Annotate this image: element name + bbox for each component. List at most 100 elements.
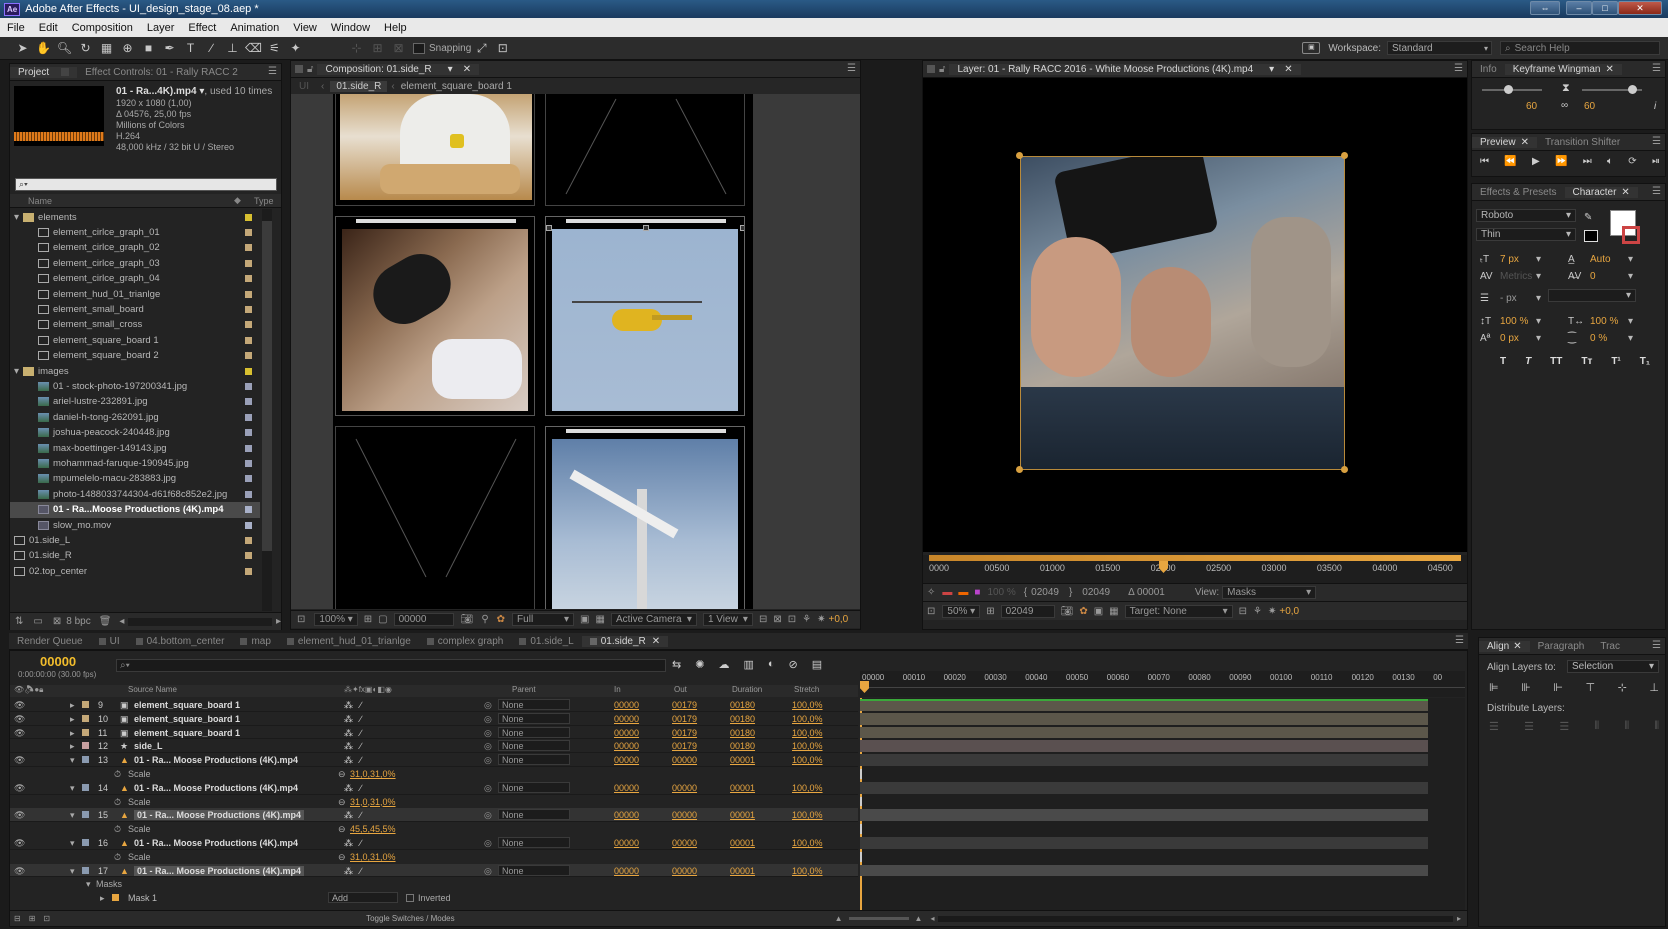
quality-switch-icon[interactable]: ∕ [360,755,362,765]
superscript-button[interactable]: T¹ [1611,356,1620,367]
layer-duration-bar[interactable] [860,864,1428,877]
fast-previews-icon[interactable]: ⊠ [773,614,781,625]
ram-preview-icon[interactable]: ⏯ [1652,156,1660,167]
resolution-dropdown[interactable]: Full ▾ [512,613,575,626]
previous-frame-icon[interactable]: ⏪ [1504,156,1516,167]
layer-duration[interactable]: 00001 [730,838,755,848]
close-icon[interactable]: ✕ [1621,187,1629,198]
label-color-swatch[interactable] [245,244,252,252]
timeline-timecode[interactable]: 00000 [40,654,76,669]
close-icon[interactable]: ✕ [1513,641,1521,652]
timeline-track-area[interactable] [860,698,1465,910]
magenta-swatch-icon[interactable]: ■ [974,587,980,598]
inverted-checkbox[interactable] [406,894,414,903]
constrain-proportions-icon[interactable]: ⊖ [338,852,346,863]
label-color-swatch[interactable] [245,429,252,437]
column-out[interactable]: Out [674,685,687,694]
layer-stretch[interactable]: 100,0% [792,741,823,751]
new-comp-icon[interactable]: ⊠ [53,616,61,627]
tab-render-queue[interactable]: Render Queue [9,636,91,647]
visibility-eye-icon[interactable]: 👁︎ [14,700,25,711]
layer-source-name[interactable]: element_square_board 1 [134,714,240,724]
close-icon[interactable]: ✕ [652,636,660,647]
rotate-tool-icon[interactable]: ↻ [75,39,96,57]
project-search-input[interactable]: ⌕▾ [15,178,277,191]
parent-dropdown[interactable]: None [498,712,570,724]
layer-duration[interactable]: 00180 [730,741,755,751]
mask-mode-dropdown[interactable]: Add [328,892,398,904]
camera-dropdown[interactable]: Active Camera ▾ [610,613,697,626]
view-axis-icon[interactable]: ⊠ [388,39,409,57]
project-item[interactable]: slow_mo.mov [10,517,260,533]
crumb-element-square-board[interactable]: element_square_board 1 [401,81,512,92]
project-item[interactable]: mohammad-faruque-190945.jpg [10,455,260,471]
always-preview-icon[interactable]: ⊡ [927,606,935,617]
label-color-swatch[interactable] [82,742,89,750]
property-value[interactable]: 45,5,45,5% [350,824,396,834]
project-item[interactable]: daniel-h-tong-262091.jpg [10,409,260,425]
chevron-down-icon[interactable]: ▾ [1536,316,1541,327]
visibility-eye-icon[interactable]: 👁︎ [14,714,25,725]
parent-dropdown[interactable]: None [498,754,570,766]
scroll-right-icon[interactable]: ▸ [276,616,281,627]
mask-row[interactable]: ▸ Mask 1 Add Inverted [10,891,858,905]
zoom-tool-icon[interactable]: 🔍︎ [54,39,75,57]
visibility-eye-icon[interactable]: 👁︎ [14,755,25,766]
scroll-right-icon[interactable]: ▸ [1457,914,1461,923]
label-color-swatch[interactable] [82,866,89,874]
chevron-down-icon[interactable]: ▾ [1536,254,1541,265]
info-icon[interactable]: i [1654,101,1656,112]
chevron-down-icon[interactable]: ▾ [1628,333,1633,344]
workspace-icon[interactable]: ▣ [1302,42,1321,54]
frame-blending-icon[interactable]: ▥ [743,658,753,671]
crumb-side-r[interactable]: 01.side_R [330,80,388,92]
layer-stretch[interactable]: 100,0% [792,810,823,820]
color-swatch-icon[interactable]: ▬ [942,587,952,598]
label-color-swatch[interactable] [245,352,252,360]
project-item[interactable]: 01 - stock-photo-197200341.jpg [10,378,260,394]
label-color-swatch[interactable] [82,839,89,846]
expand-triangle-icon[interactable]: ▸ [70,741,75,752]
expand-triangle-icon[interactable]: ▾ [70,866,75,877]
snapshot-icon[interactable]: 📷︎ [461,614,474,625]
timeline-layer-row[interactable]: 👁︎ ▾ 16 ▲ 01 - Ra... Moose Productions (4K).… [10,836,858,850]
shy-layers-icon[interactable]: ☁ [718,658,729,671]
first-frame-icon[interactable]: ⏮ [1480,156,1489,167]
column-name[interactable]: Name [28,196,52,206]
visibility-eye-icon[interactable]: 👁︎ [14,866,25,877]
project-item[interactable]: element_square_board 2 [10,348,260,364]
keyframe-marker[interactable] [860,796,862,807]
layer-out-point[interactable]: 00179 [672,741,697,751]
distribute-v-center-icon[interactable]: ☰ [1524,720,1534,733]
pan-behind-tool-icon[interactable]: ⊕ [117,39,138,57]
comp-viewer[interactable] [291,94,860,609]
roto-brush-tool-icon[interactable]: ⚟ [264,39,285,57]
transparency-grid-icon[interactable]: ▦ [596,614,605,625]
timeline-layer-row[interactable]: 👁︎ ▸ 11 ▣ element_square_board 1 ⁂ ∕ ◎ None 00000… [10,726,858,740]
timeline-layer-row[interactable]: 👁︎ ▸ 9 ▣ element_square_board 1 ⁂ ∕ ◎ None 00000 0… [10,698,858,712]
parent-dropdown[interactable]: None [498,699,570,710]
tab-layer[interactable]: Layer: 01 - Rally RACC 2016 - White Moos… [949,63,1301,75]
layer-duration-bar[interactable] [860,712,1428,725]
label-color-swatch[interactable] [245,413,252,421]
label-color-swatch[interactable] [245,275,252,283]
project-item[interactable]: element_cirlce_graph_03 [10,255,260,271]
layer-duration-bar[interactable] [860,726,1428,739]
quality-switch-icon[interactable]: ∕ [360,714,362,724]
masks-group-row[interactable]: ▾ Masks [10,877,858,891]
chevron-down-icon[interactable]: ▾ [1536,293,1541,304]
timeline-layer-row[interactable]: 👁︎ ▾ 17 ▲ 01 - Ra... Moose Productions (4K).… [10,863,858,878]
draft-3d-icon[interactable]: ✺ [695,658,704,671]
expand-triangle-icon[interactable]: ▸ [70,714,75,725]
shy-switch-icon[interactable]: ⁂ [344,783,353,794]
bpc-toggle[interactable]: 8 bpc [66,616,90,627]
label-color-swatch[interactable] [245,336,252,344]
tab-keyframe-wingman[interactable]: Keyframe Wingman ✕ [1504,63,1622,75]
align-right-icon[interactable]: ⊩ [1553,681,1563,694]
baseline-shift-value[interactable]: 0 px [1500,333,1519,344]
flowchart-icon[interactable]: ⚘ [1253,606,1262,617]
layer-source-name[interactable]: 01 - Ra... Moose Productions (4K).mp4 [134,865,305,876]
quality-switch-icon[interactable]: ∕ [360,838,362,848]
panel-menu-icon[interactable]: ☰ [847,63,856,74]
label-color-swatch[interactable] [245,213,252,221]
